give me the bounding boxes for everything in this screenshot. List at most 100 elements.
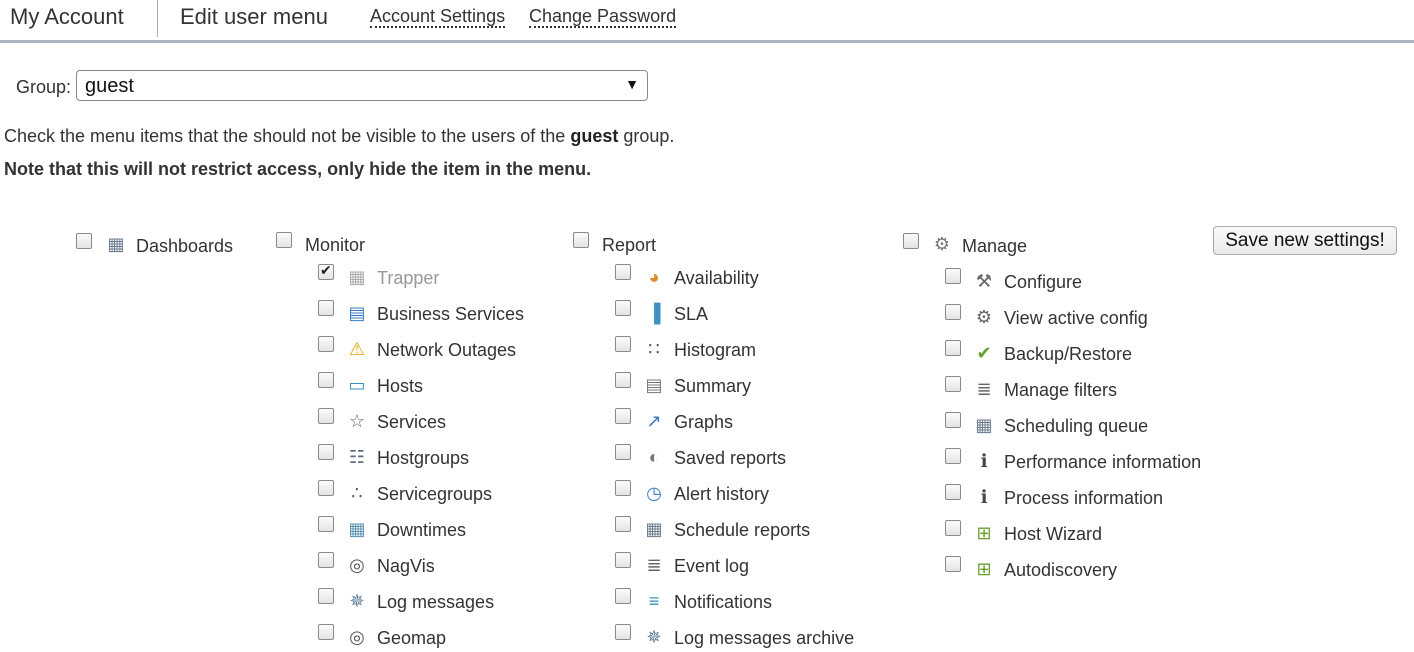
save-settings-button[interactable]: Save new settings!: [1213, 226, 1397, 255]
instructions-text: Check the menu items that the should not…: [4, 126, 674, 147]
checkbox-hosts[interactable]: [318, 372, 334, 388]
dashboard-icon: ▦: [107, 234, 125, 254]
menu-item-hostgroups[interactable]: Hostgroups: [377, 448, 469, 469]
group-label: Group:: [16, 77, 72, 97]
trapper-icon: ▦: [348, 267, 366, 287]
checkbox-servicegroups[interactable]: [318, 480, 334, 496]
menu-item-business-services[interactable]: Business Services: [377, 304, 524, 325]
checkbox-sla[interactable]: [615, 300, 631, 316]
section-label-manage[interactable]: Manage: [962, 236, 1027, 257]
checkbox-event-log[interactable]: [615, 552, 631, 568]
checkbox-geomap[interactable]: [318, 624, 334, 640]
calendar-icon: ▦: [645, 519, 663, 539]
star-icon: ☆: [348, 411, 366, 431]
menu-item-trapper[interactable]: Trapper: [377, 268, 439, 289]
menu-item-event-log[interactable]: Event log: [674, 556, 749, 577]
checkbox-summary[interactable]: [615, 372, 631, 388]
menu-item-log-messages[interactable]: Log messages: [377, 592, 494, 613]
section-checkbox-monitor[interactable]: [276, 232, 292, 248]
group-select[interactable]: guest ▼: [76, 70, 648, 101]
checkbox-host-wizard[interactable]: [945, 520, 961, 536]
checkbox-backup-restore[interactable]: [945, 340, 961, 356]
checkbox-histogram[interactable]: [615, 336, 631, 352]
pie-chart-icon: ◕: [648, 267, 660, 287]
menu-item-network-outages[interactable]: Network Outages: [377, 340, 516, 361]
checkbox-hostgroups[interactable]: [318, 444, 334, 460]
info-icon: ℹ: [980, 487, 988, 507]
menu-item-configure[interactable]: Configure: [1004, 272, 1082, 293]
gear-magnifier-icon: ⚙: [975, 307, 993, 327]
checkbox-notifications[interactable]: [615, 588, 631, 604]
menu-item-services[interactable]: Services: [377, 412, 446, 433]
section-checkbox-dashboards[interactable]: [76, 233, 92, 249]
bar-chart-icon: ▐: [647, 303, 661, 323]
menu-item-hosts[interactable]: Hosts: [377, 376, 423, 397]
checkbox-configure[interactable]: [945, 268, 961, 284]
menu-item-scheduling-queue[interactable]: Scheduling queue: [1004, 416, 1148, 437]
dropdown-arrow-icon: ▼: [625, 76, 639, 92]
menu-item-backup-restore[interactable]: Backup/Restore: [1004, 344, 1132, 365]
backup-icon: ✔: [976, 343, 992, 363]
checkbox-process-information[interactable]: [945, 484, 961, 500]
add-monitor-icon: ⊞: [976, 559, 992, 579]
checkbox-availability[interactable]: [615, 264, 631, 280]
menu-item-availability[interactable]: Availability: [674, 268, 759, 289]
servicegroup-icon: ∴: [351, 483, 363, 503]
menu-item-geomap[interactable]: Geomap: [377, 628, 446, 649]
menu-item-summary[interactable]: Summary: [674, 376, 751, 397]
menu-item-view-active-config[interactable]: View active config: [1004, 308, 1148, 329]
menu-item-servicegroups[interactable]: Servicegroups: [377, 484, 492, 505]
page-title: My Account: [10, 4, 124, 29]
log-icon: ✵: [646, 627, 662, 647]
instructions-post: group.: [618, 126, 675, 146]
menu-item-performance-information[interactable]: Performance information: [1004, 452, 1201, 473]
checkbox-alert-history[interactable]: [615, 480, 631, 496]
checkbox-network-outages[interactable]: [318, 336, 334, 352]
menu-item-manage-filters[interactable]: Manage filters: [1004, 380, 1117, 401]
menu-item-alert-history[interactable]: Alert history: [674, 484, 769, 505]
checkbox-downtimes[interactable]: [318, 516, 334, 532]
checkbox-graphs[interactable]: [615, 408, 631, 424]
alert-history-icon: ◷: [646, 483, 662, 503]
checkbox-log-messages[interactable]: [318, 588, 334, 604]
menu-item-sla[interactable]: SLA: [674, 304, 708, 325]
checkbox-business-services[interactable]: [318, 300, 334, 316]
section-label-monitor[interactable]: Monitor: [305, 235, 365, 256]
add-monitor-icon: ⊞: [976, 523, 992, 543]
checkbox-trapper[interactable]: [318, 262, 334, 280]
business-services-icon: ▤: [348, 303, 366, 323]
warning-icon: ⚠: [348, 339, 366, 359]
checkbox-services[interactable]: [318, 408, 334, 424]
checkbox-performance-information[interactable]: [945, 448, 961, 464]
checkbox-saved-reports[interactable]: [615, 444, 631, 460]
checkbox-view-active-config[interactable]: [945, 304, 961, 320]
menu-item-notifications[interactable]: Notifications: [674, 592, 772, 613]
section-checkbox-report[interactable]: [573, 232, 589, 248]
change-password-link[interactable]: Change Password: [529, 6, 677, 28]
hierarchy-icon: ☷: [348, 447, 366, 467]
section-label-report[interactable]: Report: [602, 235, 656, 256]
wrench-icon: ⚒: [975, 271, 993, 291]
checkbox-manage-filters[interactable]: [945, 376, 961, 392]
account-settings-link[interactable]: Account Settings: [370, 6, 506, 28]
log-icon: ✵: [349, 591, 365, 611]
top-bar: My Account Edit user menu Account Settin…: [0, 0, 1414, 43]
menu-item-graphs[interactable]: Graphs: [674, 412, 733, 433]
section-label-dashboards[interactable]: Dashboards: [136, 236, 233, 257]
checkbox-scheduling-queue[interactable]: [945, 412, 961, 428]
menu-item-process-information[interactable]: Process information: [1004, 488, 1163, 509]
menu-item-nagvis[interactable]: NagVis: [377, 556, 435, 577]
menu-item-autodiscovery[interactable]: Autodiscovery: [1004, 560, 1117, 581]
menu-item-schedule-reports[interactable]: Schedule reports: [674, 520, 810, 541]
menu-item-host-wizard[interactable]: Host Wizard: [1004, 524, 1102, 545]
menu-item-histogram[interactable]: Histogram: [674, 340, 756, 361]
page-subtitle: Edit user menu: [180, 4, 328, 29]
checkbox-autodiscovery[interactable]: [945, 556, 961, 572]
menu-item-saved-reports[interactable]: Saved reports: [674, 448, 786, 469]
checkbox-nagvis[interactable]: [318, 552, 334, 568]
section-checkbox-manage[interactable]: [903, 233, 919, 249]
menu-item-downtimes[interactable]: Downtimes: [377, 520, 466, 541]
checkbox-log-messages-archive[interactable]: [615, 624, 631, 640]
checkbox-schedule-reports[interactable]: [615, 516, 631, 532]
menu-item-log-messages-archive[interactable]: Log messages archive: [674, 628, 854, 649]
